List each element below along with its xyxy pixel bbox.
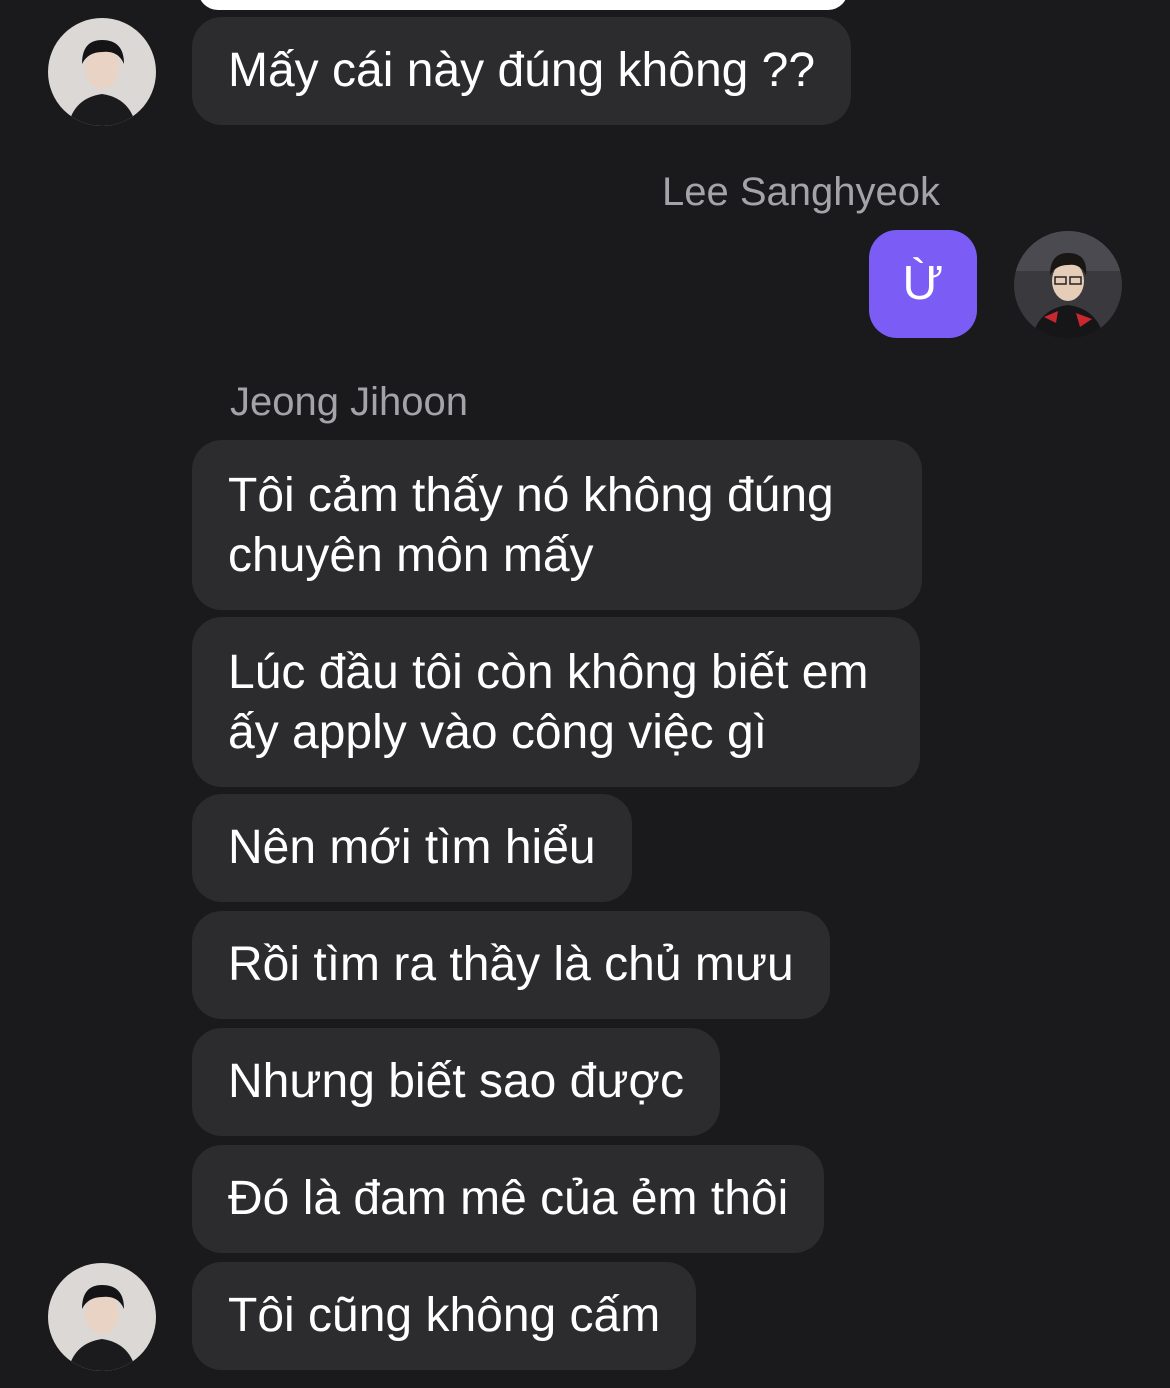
message-bubble[interactable]: Lúc đầu tôi còn không biết em ấy apply v… (192, 617, 920, 787)
sender-name: Lee Sanghyeok (661, 170, 940, 214)
avatar-jeong-jihoon[interactable] (48, 18, 156, 126)
avatar-photo-icon (48, 18, 156, 126)
message-bubble[interactable]: Nhưng biết sao được (192, 1028, 720, 1136)
message-bubble[interactable]: Mấy cái này đúng không ?? (192, 17, 852, 125)
avatar-lee-sanghyeok[interactable] (1014, 231, 1122, 339)
message-bubble[interactable]: Nên mới tìm hiểu (192, 794, 632, 902)
avatar-photo-icon (1014, 231, 1122, 339)
avatar-photo-icon (48, 1263, 156, 1371)
previous-message-bubble[interactable] (198, 0, 848, 10)
message-bubble[interactable]: Rồi tìm ra thầy là chủ mưu (192, 911, 830, 1019)
sender-name: Jeong Jihoon (230, 380, 468, 424)
message-bubble[interactable]: Đó là đam mê của ẻm thôi (192, 1145, 825, 1253)
message-bubble[interactable]: Tôi cũng không cấm (192, 1262, 697, 1370)
outgoing-message-bubble[interactable]: Ừ (869, 230, 977, 338)
message-bubble[interactable]: Tôi cảm thấy nó không đúng chuyên môn mấ… (192, 440, 922, 610)
avatar-jeong-jihoon[interactable] (48, 1263, 156, 1371)
